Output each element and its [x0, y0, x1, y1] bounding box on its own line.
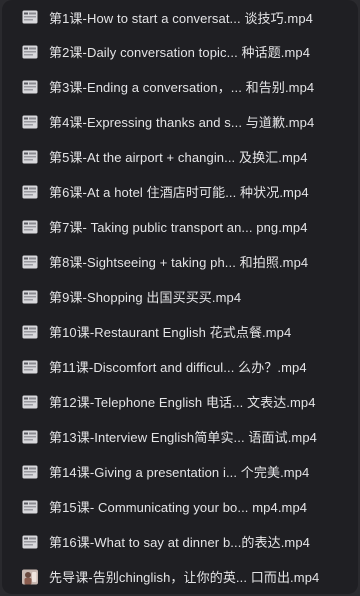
file-name: 第14课-Giving a presentation i... 个完美.mp4: [49, 465, 310, 480]
video-file-icon: [22, 184, 38, 200]
file-name: 第2课-Daily conversation topic... 种话题.mp4: [49, 45, 311, 60]
video-file-icon: [22, 429, 38, 445]
file-name: 第15课- Communicating your bo... mp4.mp4: [49, 500, 308, 515]
file-name: 第9课-Shopping 出国买买买.mp4: [49, 290, 242, 305]
file-item-3[interactable]: 第3课-Ending a conversation，... 和告别.mp4: [2, 69, 358, 104]
file-item-14[interactable]: 第14课-Giving a presentation i... 个完美.mp4: [2, 454, 358, 489]
file-name: 第6课-At a hotel 住酒店时可能... 种状况.mp4: [49, 185, 309, 200]
file-item-17[interactable]: 先导课-告别chinglish，让你的英... 口而出.mp4: [2, 559, 358, 594]
file-item-7[interactable]: 第7课- Taking public transport an... png.m…: [2, 209, 358, 244]
file-list-panel: 第1课-How to start a conversat... 谈技巧.mp4 …: [2, 0, 358, 594]
video-file-icon: [22, 324, 38, 340]
file-item-15[interactable]: 第15课- Communicating your bo... mp4.mp4: [2, 489, 358, 524]
file-list: 第1课-How to start a conversat... 谈技巧.mp4 …: [2, 0, 358, 594]
file-item-4[interactable]: 第4课-Expressing thanks and s... 与道歉.mp4: [2, 104, 358, 139]
file-name: 第8课-Sightseeing + taking ph... 和拍照.mp4: [49, 255, 309, 270]
video-file-icon: [22, 114, 38, 130]
file-name: 第16课-What to say at dinner b...的表达.mp4: [49, 535, 311, 550]
file-name: 第5课-At the airport + changin... 及换汇.mp4: [49, 150, 308, 165]
video-file-icon: [22, 149, 38, 165]
video-file-icon: [22, 394, 38, 410]
file-item-16[interactable]: 第16课-What to say at dinner b...的表达.mp4: [2, 524, 358, 559]
video-file-icon: [22, 289, 38, 305]
file-item-2[interactable]: 第2课-Daily conversation topic... 种话题.mp4: [2, 34, 358, 69]
video-file-icon: [22, 44, 38, 60]
video-file-icon: [22, 464, 38, 480]
file-name: 第10课-Restaurant English 花式点餐.mp4: [49, 325, 292, 340]
video-file-icon: [22, 9, 38, 25]
video-file-icon: [22, 534, 38, 550]
video-file-icon: [22, 79, 38, 95]
file-item-5[interactable]: 第5课-At the airport + changin... 及换汇.mp4: [2, 139, 358, 174]
file-name: 先导课-告别chinglish，让你的英... 口而出.mp4: [49, 570, 320, 585]
file-item-1[interactable]: 第1课-How to start a conversat... 谈技巧.mp4: [2, 0, 358, 34]
file-name: 第4课-Expressing thanks and s... 与道歉.mp4: [49, 115, 315, 130]
file-name: 第7课- Taking public transport an... png.m…: [49, 220, 308, 235]
file-item-6[interactable]: 第6课-At a hotel 住酒店时可能... 种状况.mp4: [2, 174, 358, 209]
file-name: 第11课-Discomfort and difficul... 么办？.mp4: [49, 360, 307, 375]
file-item-9[interactable]: 第9课-Shopping 出国买买买.mp4: [2, 279, 358, 314]
video-thumbnail-icon: [22, 569, 38, 585]
file-name: 第13课-Interview English简单实... 语面试.mp4: [49, 430, 318, 445]
video-file-icon: [22, 254, 38, 270]
file-name: 第12课-Telephone English 电话... 文表达.mp4: [49, 395, 316, 410]
file-item-13[interactable]: 第13课-Interview English简单实... 语面试.mp4: [2, 419, 358, 454]
file-name: 第1课-How to start a conversat... 谈技巧.mp4: [49, 10, 313, 26]
video-file-icon: [22, 219, 38, 235]
file-item-12[interactable]: 第12课-Telephone English 电话... 文表达.mp4: [2, 384, 358, 419]
file-item-11[interactable]: 第11课-Discomfort and difficul... 么办？.mp4: [2, 349, 358, 384]
file-name: 第3课-Ending a conversation，... 和告别.mp4: [49, 80, 315, 95]
file-item-10[interactable]: 第10课-Restaurant English 花式点餐.mp4: [2, 314, 358, 349]
video-file-icon: [22, 499, 38, 515]
file-item-8[interactable]: 第8课-Sightseeing + taking ph... 和拍照.mp4: [2, 244, 358, 279]
video-file-icon: [22, 359, 38, 375]
